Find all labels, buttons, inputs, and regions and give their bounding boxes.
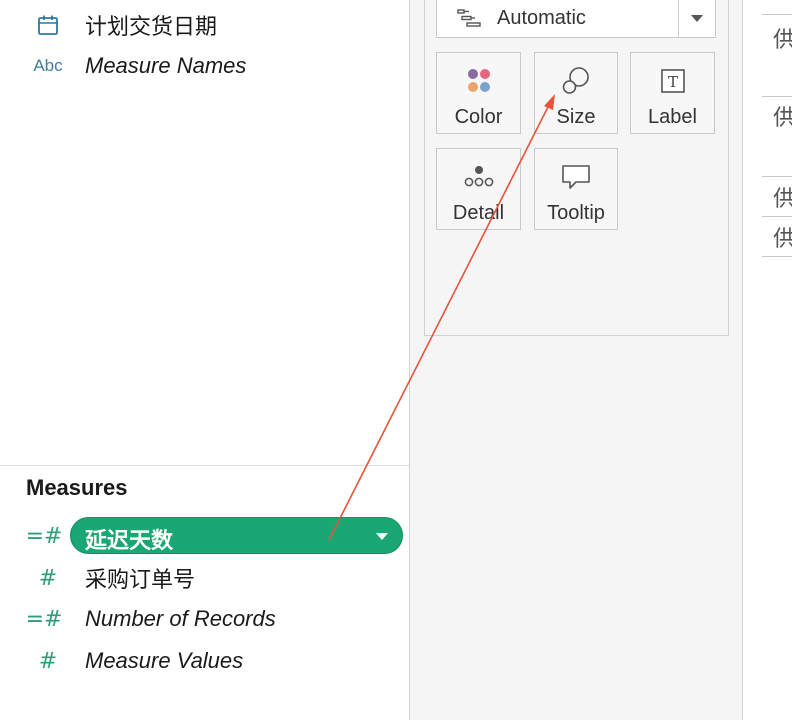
measure-pill-delay-days[interactable]: 延迟天数 [70,517,403,554]
data-pane: 计划交货日期 Abc Measure Names Measures =# 延迟天… [0,0,409,720]
marks-pane: Automatic Color Size T Label Detail Tool… [410,0,742,720]
measure-icon: # [38,565,58,591]
view-cell: 供 [773,27,792,52]
size-button[interactable]: Size [534,52,618,134]
field-purchase-order-number[interactable]: # 采购订单号 [0,558,409,598]
calculated-measure-icon: =# [25,606,63,632]
mark-type-dropdown[interactable]: Automatic [436,0,716,38]
size-label: Size [556,106,596,128]
mark-type-value: Automatic [497,7,586,29]
field-label: Measure Names [85,53,247,78]
row-divider [762,96,792,97]
size-circles-icon [535,65,617,97]
field-label: 计划交货日期 [85,14,218,39]
calculated-measure-icon: =# [25,523,63,549]
view-cell: 供 [773,186,792,211]
label-text-icon: T [631,65,714,97]
field-measure-names[interactable]: Abc Measure Names [0,46,409,86]
measures-heading: Measures [26,475,128,500]
detail-button[interactable]: Detail [436,148,521,230]
field-label: Number of Records [85,606,276,631]
field-label: 延迟天数 [85,528,174,553]
field-planned-delivery-date[interactable]: 计划交货日期 [0,5,409,45]
field-number-of-records[interactable]: =# Number of Records [0,599,409,639]
row-divider [762,256,792,257]
abc-text-icon: Abc [33,56,63,75]
detail-dots-icon [437,161,520,193]
dropdown-divider [678,0,679,37]
field-measure-values[interactable]: # Measure Values [0,641,409,681]
color-dots-icon [437,65,520,97]
row-divider [762,176,792,177]
color-button[interactable]: Color [436,52,521,134]
chevron-down-icon[interactable] [691,15,703,22]
tooltip-bubble-icon [535,161,617,193]
tooltip-label: Tooltip [547,202,605,224]
chevron-down-icon[interactable] [376,533,388,540]
measures-divider [0,465,409,466]
view-cell: 供 [773,226,792,251]
label-label: Label [648,106,697,128]
measure-icon: # [38,648,58,674]
view-pane: 供 供 供 供 [743,0,792,720]
detail-label: Detail [452,202,505,224]
row-divider [762,216,792,217]
svg-text:T: T [667,73,677,91]
view-cell: 供 [773,105,792,130]
tooltip-button[interactable]: Tooltip [534,148,618,230]
automatic-mark-icon [457,8,483,28]
calendar-icon [30,13,66,37]
row-divider [762,14,792,15]
color-label: Color [454,106,503,128]
field-label: Measure Values [85,648,244,673]
field-label: 采购订单号 [85,567,196,592]
label-button[interactable]: T Label [630,52,715,134]
